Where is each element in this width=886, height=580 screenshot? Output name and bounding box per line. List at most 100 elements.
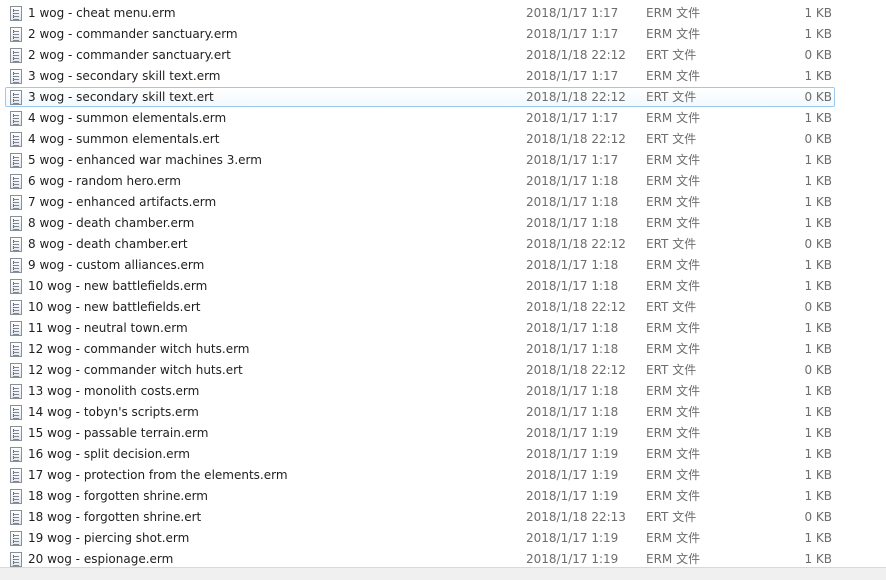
file-date-modified: 2018/1/18 22:12: [526, 237, 626, 251]
text-file-icon: [10, 342, 22, 357]
file-size: 1 KB: [804, 153, 832, 167]
text-file-icon: [10, 216, 22, 231]
file-list: 1 wog - cheat menu.erm 2018/1/17 1:17 ERM …: [0, 3, 886, 567]
text-file-icon: [10, 279, 22, 294]
file-type: ERT 文件: [646, 237, 697, 251]
file-type: ERM 文件: [646, 405, 701, 419]
text-file-icon: [10, 90, 22, 105]
file-row[interactable]: 9 wog - custom alliances.erm 2018/1/17 1:…: [0, 255, 886, 276]
file-date-modified: 2018/1/17 1:18: [526, 342, 619, 356]
text-file-icon: [10, 153, 22, 168]
file-type: ERM 文件: [646, 426, 701, 440]
file-row[interactable]: 7 wog - enhanced artifacts.erm 2018/1/17 …: [0, 192, 886, 213]
file-type: ERM 文件: [646, 258, 701, 272]
file-date-modified: 2018/1/17 1:19: [526, 468, 619, 482]
text-file-icon: [10, 258, 22, 273]
file-row[interactable]: 2 wog - commander sanctuary.erm 2018/1/17…: [0, 24, 886, 45]
file-name: 3 wog - secondary skill text.erm: [28, 69, 221, 83]
file-row[interactable]: 18 wog - forgotten shrine.ert 2018/1/18 2…: [0, 507, 886, 528]
file-name: 16 wog - split decision.erm: [28, 447, 190, 461]
file-row[interactable]: 3 wog - secondary skill text.erm 2018/1/1…: [0, 66, 886, 87]
file-name: 2 wog - commander sanctuary.erm: [28, 27, 238, 41]
file-type: ERM 文件: [646, 321, 701, 335]
file-date-modified: 2018/1/17 1:17: [526, 27, 619, 41]
file-name: 12 wog - commander witch huts.ert: [28, 363, 243, 377]
file-size: 1 KB: [804, 174, 832, 188]
file-row[interactable]: 6 wog - random hero.erm 2018/1/17 1:18 ERM…: [0, 171, 886, 192]
file-row[interactable]: 14 wog - tobyn's scripts.erm 2018/1/17 1:…: [0, 402, 886, 423]
file-name: 3 wog - secondary skill text.ert: [28, 90, 214, 104]
file-date-modified: 2018/1/17 1:17: [526, 6, 619, 20]
file-type: ERM 文件: [646, 195, 701, 209]
file-name: 9 wog - custom alliances.erm: [28, 258, 205, 272]
file-row[interactable]: 10 wog - new battlefields.erm 2018/1/17 1…: [0, 276, 886, 297]
file-row[interactable]: 8 wog - death chamber.ert 2018/1/18 22:12…: [0, 234, 886, 255]
file-name: 5 wog - enhanced war machines 3.erm: [28, 153, 262, 167]
text-file-icon: [10, 426, 22, 441]
file-name: 1 wog - cheat menu.erm: [28, 6, 176, 20]
file-type: ERM 文件: [646, 69, 701, 83]
file-size: 1 KB: [804, 552, 832, 566]
text-file-icon: [10, 489, 22, 504]
file-name: 19 wog - piercing shot.erm: [28, 531, 190, 545]
file-type: ERM 文件: [646, 468, 701, 482]
file-size: 1 KB: [804, 258, 832, 272]
text-file-icon: [10, 111, 22, 126]
file-size: 1 KB: [804, 321, 832, 335]
file-row[interactable]: 5 wog - enhanced war machines 3.erm 2018/…: [0, 150, 886, 171]
text-file-icon: [10, 405, 22, 420]
file-row[interactable]: 4 wog - summon elementals.erm 2018/1/17 1…: [0, 108, 886, 129]
text-file-icon: [10, 510, 22, 525]
file-date-modified: 2018/1/17 1:18: [526, 279, 619, 293]
file-type: ERM 文件: [646, 279, 701, 293]
file-row[interactable]: 1 wog - cheat menu.erm 2018/1/17 1:17 ERM …: [0, 3, 886, 24]
file-size: 1 KB: [804, 489, 832, 503]
file-row[interactable]: 10 wog - new battlefields.ert 2018/1/18 2…: [0, 297, 886, 318]
file-row[interactable]: 17 wog - protection from the elements.er…: [0, 465, 886, 486]
file-name: 20 wog - espionage.erm: [28, 552, 174, 566]
file-date-modified: 2018/1/17 1:17: [526, 153, 619, 167]
file-name: 10 wog - new battlefields.erm: [28, 279, 208, 293]
file-row[interactable]: 19 wog - piercing shot.erm 2018/1/17 1:19…: [0, 528, 886, 549]
file-date-modified: 2018/1/17 1:19: [526, 426, 619, 440]
file-type: ERT 文件: [646, 90, 697, 104]
text-file-icon: [10, 468, 22, 483]
file-row[interactable]: 16 wog - split decision.erm 2018/1/17 1:1…: [0, 444, 886, 465]
file-row[interactable]: 18 wog - forgotten shrine.erm 2018/1/17 1…: [0, 486, 886, 507]
file-row[interactable]: 12 wog - commander witch huts.erm 2018/1/…: [0, 339, 886, 360]
file-date-modified: 2018/1/17 1:18: [526, 258, 619, 272]
file-date-modified: 2018/1/17 1:17: [526, 111, 619, 125]
file-size: 1 KB: [804, 384, 832, 398]
file-name: 6 wog - random hero.erm: [28, 174, 181, 188]
file-date-modified: 2018/1/17 1:17: [526, 69, 619, 83]
file-row[interactable]: 2 wog - commander sanctuary.ert 2018/1/18…: [0, 45, 886, 66]
file-size: 0 KB: [804, 300, 832, 314]
text-file-icon: [10, 6, 22, 21]
file-type: ERT 文件: [646, 300, 697, 314]
file-type: ERM 文件: [646, 489, 701, 503]
file-row[interactable]: 11 wog - neutral town.erm 2018/1/17 1:18 E…: [0, 318, 886, 339]
file-date-modified: 2018/1/18 22:13: [526, 510, 626, 524]
file-name: 2 wog - commander sanctuary.ert: [28, 48, 231, 62]
file-row[interactable]: 20 wog - espionage.erm 2018/1/17 1:19 ERM …: [0, 549, 886, 567]
file-row[interactable]: 15 wog - passable terrain.erm 2018/1/17 1…: [0, 423, 886, 444]
horizontal-scrollbar[interactable]: [0, 567, 886, 580]
text-file-icon: [10, 552, 22, 567]
file-date-modified: 2018/1/18 22:12: [526, 48, 626, 62]
file-row[interactable]: 13 wog - monolith costs.erm 2018/1/17 1:1…: [0, 381, 886, 402]
file-row[interactable]: 12 wog - commander witch huts.ert 2018/1/…: [0, 360, 886, 381]
file-type: ERT 文件: [646, 363, 697, 377]
file-name: 8 wog - death chamber.erm: [28, 216, 195, 230]
file-size: 1 KB: [804, 468, 832, 482]
file-row[interactable]: 3 wog - secondary skill text.ert 2018/1/1…: [0, 87, 886, 108]
file-size: 1 KB: [804, 27, 832, 41]
file-row[interactable]: 8 wog - death chamber.erm 2018/1/17 1:18 E…: [0, 213, 886, 234]
text-file-icon: [10, 132, 22, 147]
text-file-icon: [10, 237, 22, 252]
file-date-modified: 2018/1/17 1:18: [526, 195, 619, 209]
file-date-modified: 2018/1/18 22:12: [526, 90, 626, 104]
file-row[interactable]: 4 wog - summon elementals.ert 2018/1/18 2…: [0, 129, 886, 150]
file-type: ERM 文件: [646, 6, 701, 20]
file-date-modified: 2018/1/18 22:12: [526, 300, 626, 314]
file-type: ERM 文件: [646, 153, 701, 167]
